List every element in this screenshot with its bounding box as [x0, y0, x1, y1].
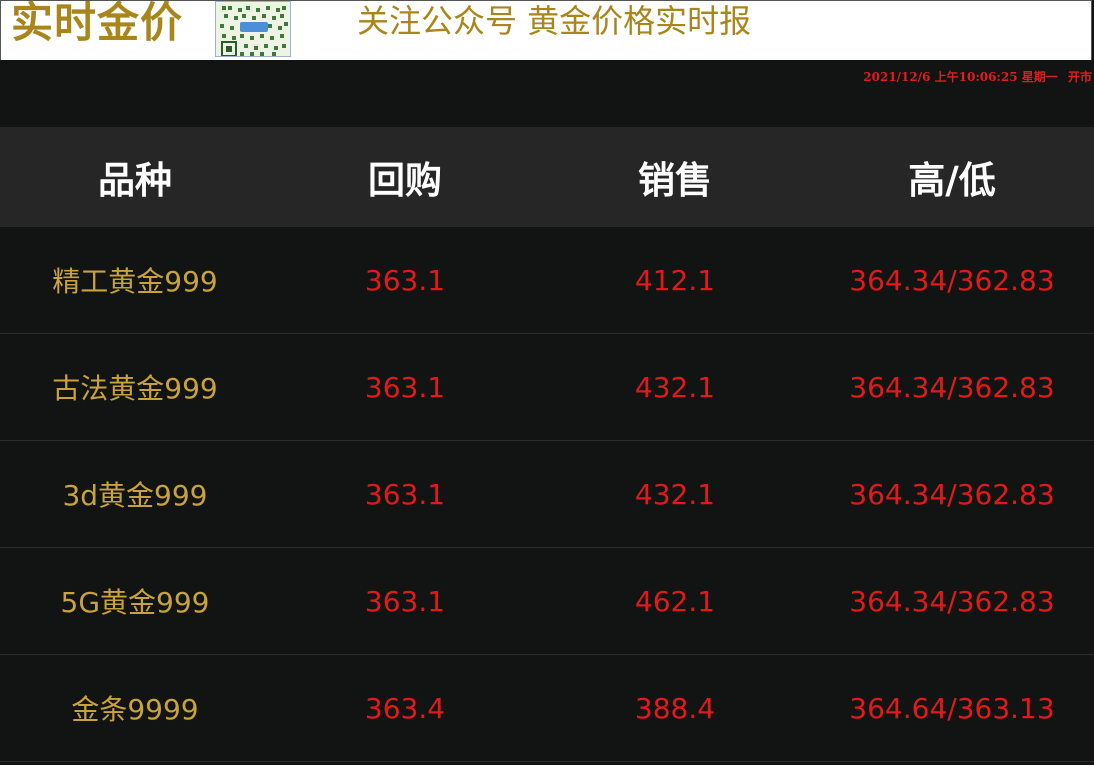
- variety-name: 3d黄金999: [62, 479, 208, 512]
- buyback-price: 363.1: [364, 263, 446, 297]
- qr-code-icon[interactable]: [215, 1, 291, 57]
- sell-price: 432.1: [634, 477, 716, 511]
- column-header-high-low: 高/低: [908, 159, 996, 202]
- sell-price: 412.1: [634, 263, 716, 297]
- high-low-price: 364.34/362.83: [849, 263, 1055, 297]
- variety-name: 金条9999: [71, 693, 199, 726]
- datetime-text: 2021/12/6 上午10:06:25 星期一: [863, 70, 1058, 84]
- column-header-variety: 品种: [98, 159, 172, 202]
- variety-name: 精工黄金999: [52, 265, 218, 298]
- column-header-sell: 销售: [638, 159, 712, 202]
- datetime-status: 2021/12/6 上午10:06:25 星期一 开市: [863, 68, 1092, 85]
- sell-price: 462.1: [634, 584, 716, 618]
- buyback-price: 363.1: [364, 584, 446, 618]
- high-low-price: 364.64/363.13: [849, 691, 1055, 725]
- price-table: 品种 回购 销售 高/低 精工黄金999 363.1 412.1 364.34/…: [0, 127, 1094, 762]
- high-low-price: 364.34/362.83: [849, 370, 1055, 404]
- market-status: 开市: [1067, 70, 1092, 84]
- column-header-buyback: 回购: [368, 159, 442, 202]
- sell-price: 432.1: [634, 370, 716, 404]
- slogan-text: 关注公众号 黄金价格实时报: [357, 2, 752, 40]
- table-header: 品种 回购 销售 高/低: [0, 127, 1094, 227]
- table-row: 5G黄金999 363.1 462.1 364.34/362.83: [0, 548, 1094, 655]
- high-low-price: 364.34/362.83: [849, 584, 1055, 618]
- sell-price: 388.4: [634, 691, 716, 725]
- table-row: 精工黄金999 363.1 412.1 364.34/362.83: [0, 227, 1094, 334]
- high-low-price: 364.34/362.83: [849, 477, 1055, 511]
- buyback-price: 363.1: [364, 370, 446, 404]
- buyback-price: 363.4: [364, 691, 446, 725]
- top-banner: 实时金价 关注公众号 黄金价格实时报: [0, 0, 1092, 60]
- table-row: 金条9999 363.4 388.4 364.64/363.13: [0, 655, 1094, 762]
- brand-title: 实时金价: [11, 0, 184, 47]
- buyback-price: 363.1: [364, 477, 446, 511]
- variety-name: 5G黄金999: [60, 586, 210, 619]
- variety-name: 古法黄金999: [52, 372, 218, 405]
- table-row: 3d黄金999 363.1 432.1 364.34/362.83: [0, 441, 1094, 548]
- table-row: 古法黄金999 363.1 432.1 364.34/362.83: [0, 334, 1094, 441]
